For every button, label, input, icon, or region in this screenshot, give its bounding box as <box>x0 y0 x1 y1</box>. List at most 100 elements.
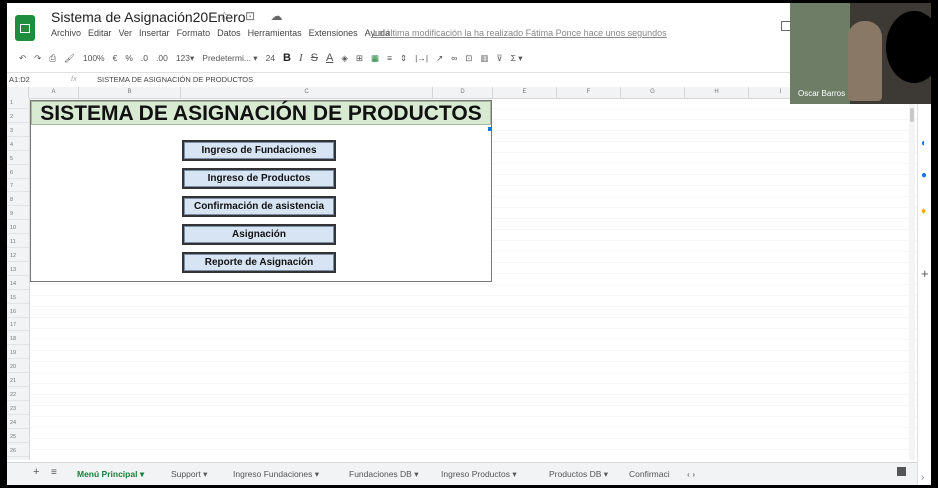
sheet-banner-title[interactable]: SISTEMA DE ASIGNACIÓN DE PRODUCTOS <box>31 101 491 125</box>
menu-insertar[interactable]: Insertar <box>139 28 170 38</box>
add-addon-icon[interactable]: + <box>921 266 929 281</box>
contacts-icon[interactable]: ● <box>921 170 927 181</box>
menu-archivo[interactable]: Archivo <box>51 28 81 38</box>
column-header[interactable]: H <box>685 87 749 98</box>
row-header[interactable]: 23 <box>7 404 29 415</box>
row-header[interactable]: 5 <box>7 154 29 165</box>
tab-scroll-arrows[interactable]: ‹ › <box>687 469 695 479</box>
last-edit-link[interactable]: La última modificación la ha realizado F… <box>373 28 667 38</box>
row-header[interactable]: 9 <box>7 209 29 221</box>
menu-formato[interactable]: Formato <box>177 28 211 38</box>
star-move-cloud-icons[interactable]: ☆ ⊡ ☁ <box>219 9 288 23</box>
column-header[interactable]: E <box>493 87 557 98</box>
row-header[interactable]: 26 <box>7 446 29 457</box>
selection-handle[interactable] <box>488 127 492 131</box>
chart-icon[interactable]: ▥ <box>480 53 488 64</box>
zoom-select[interactable]: 100% <box>83 53 105 63</box>
menu-ver[interactable]: Ver <box>119 28 133 38</box>
print-icon[interactable]: ⎙ <box>49 53 56 64</box>
row-header[interactable]: 14 <box>7 279 29 290</box>
row-header[interactable]: 3 <box>7 126 29 137</box>
strikethrough-button[interactable]: S <box>311 52 318 64</box>
row-header[interactable]: 19 <box>7 348 29 360</box>
valign-icon[interactable]: ⇕ <box>400 53 407 64</box>
redo-icon[interactable]: ↷ <box>34 53 41 64</box>
calendar-icon[interactable]: ◐ <box>921 138 927 149</box>
merge-cells-icon[interactable]: ▦ <box>371 53 379 64</box>
row-header[interactable]: 17 <box>7 320 29 332</box>
row-header[interactable]: 7 <box>7 181 29 193</box>
row-header[interactable]: 10 <box>7 223 29 235</box>
name-box[interactable]: A1:D2 <box>9 75 30 84</box>
row-header[interactable]: 25 <box>7 432 29 443</box>
percent-button[interactable]: % <box>125 53 133 63</box>
select-all-corner[interactable] <box>7 87 29 98</box>
all-sheets-icon[interactable]: ≡ <box>51 467 57 478</box>
fill-color-icon[interactable]: ◈ <box>341 53 348 64</box>
wrap-icon[interactable]: |→| <box>415 53 428 63</box>
row-header[interactable]: 18 <box>7 334 29 346</box>
row-header[interactable]: 8 <box>7 195 29 207</box>
tab-ingreso-productos[interactable]: Ingreso Productos ▾ <box>441 469 517 480</box>
row-header[interactable]: 15 <box>7 293 29 304</box>
tab-menu-principal[interactable]: Menú Principal ▾ <box>77 469 144 480</box>
formula-input[interactable]: SISTEMA DE ASIGNACIÓN DE PRODUCTOS <box>97 75 253 84</box>
link-icon[interactable]: ∞ <box>451 53 457 63</box>
explore-icon[interactable] <box>897 467 906 476</box>
expand-panel-icon[interactable]: › <box>921 472 924 483</box>
menu-extensiones[interactable]: Extensiones <box>309 28 358 38</box>
reporte-asignacion-button[interactable]: Reporte de Asignación <box>182 252 336 273</box>
ingreso-productos-button[interactable]: Ingreso de Productos <box>182 168 336 189</box>
row-header[interactable]: 11 <box>7 237 29 248</box>
tab-ingreso-fundaciones[interactable]: Ingreso Fundaciones ▾ <box>233 469 319 480</box>
row-header[interactable]: 13 <box>7 265 29 276</box>
row-header[interactable]: 1 <box>7 98 29 109</box>
column-header[interactable]: G <box>621 87 685 98</box>
confirmacion-asistencia-button[interactable]: Confirmación de asistencia <box>182 196 336 217</box>
ingreso-fundaciones-button[interactable]: Ingreso de Fundaciones <box>182 140 336 161</box>
functions-button[interactable]: Σ ▾ <box>511 53 523 64</box>
row-header[interactable]: 6 <box>7 168 29 179</box>
row-header[interactable]: 16 <box>7 307 29 318</box>
keep-icon[interactable]: ♦ <box>921 206 926 217</box>
tab-productos-db[interactable]: Productos DB ▾ <box>549 469 608 480</box>
font-select[interactable]: Predetermi... ▾ <box>202 53 257 64</box>
menu-editar[interactable]: Editar <box>88 28 112 38</box>
tab-fundaciones-db[interactable]: Fundaciones DB ▾ <box>349 469 418 480</box>
row-header[interactable]: 4 <box>7 140 29 151</box>
more-formats-button[interactable]: 123▾ <box>176 53 194 64</box>
row-header[interactable]: 21 <box>7 376 29 387</box>
menu-herramientas[interactable]: Herramientas <box>248 28 302 38</box>
rotate-icon[interactable]: ↗ <box>436 53 443 64</box>
undo-icon[interactable]: ↶ <box>19 53 26 64</box>
increase-decimals-button[interactable]: .00 <box>156 53 168 63</box>
row-header[interactable]: 2 <box>7 112 29 123</box>
row-header[interactable]: 24 <box>7 418 29 429</box>
sheets-logo-icon[interactable] <box>15 15 35 41</box>
borders-icon[interactable]: ⊞ <box>356 53 363 64</box>
align-icon[interactable]: ≡ <box>387 53 392 63</box>
asignacion-button[interactable]: Asignación <box>182 224 336 245</box>
column-header[interactable]: C <box>181 87 433 98</box>
text-color-button[interactable]: A <box>326 52 333 64</box>
vertical-scrollbar[interactable] <box>909 104 915 460</box>
menu-datos[interactable]: Datos <box>217 28 241 38</box>
row-header[interactable]: 20 <box>7 362 29 374</box>
column-header[interactable]: A <box>29 87 79 98</box>
decrease-decimals-button[interactable]: .0 <box>141 53 148 63</box>
column-header[interactable]: D <box>433 87 493 98</box>
column-header[interactable]: F <box>557 87 621 98</box>
italic-button[interactable]: I <box>299 52 303 64</box>
tab-confirmacion[interactable]: Confirmaci <box>629 469 670 479</box>
column-header[interactable]: B <box>79 87 181 98</box>
row-header[interactable]: 22 <box>7 390 29 401</box>
currency-button[interactable]: € <box>113 53 118 63</box>
bold-button[interactable]: B <box>283 52 291 64</box>
row-header[interactable]: 12 <box>7 251 29 262</box>
comment-insert-icon[interactable]: ⊡ <box>465 53 472 64</box>
add-sheet-button[interactable]: + <box>33 466 39 478</box>
font-size-select[interactable]: 24 <box>266 53 275 63</box>
document-title[interactable]: Sistema de Asignación20Enero <box>51 9 246 25</box>
paint-format-icon[interactable]: 🖌 <box>64 53 75 64</box>
filter-icon[interactable]: ⊽ <box>496 53 502 64</box>
